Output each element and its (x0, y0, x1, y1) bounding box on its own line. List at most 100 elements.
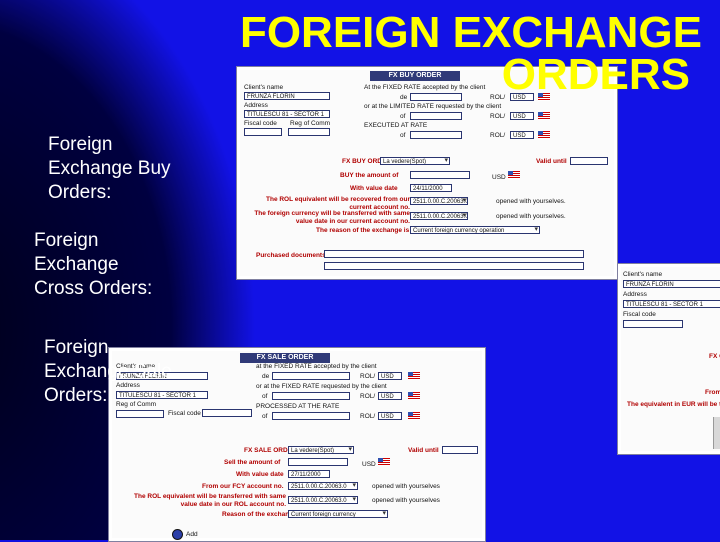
sale-of-label-1: of (262, 393, 268, 400)
sale-add-label[interactable]: Add (186, 531, 198, 539)
sale-currency-field-2[interactable]: USD (378, 392, 402, 400)
sale-rol-account-select[interactable]: 2511.0.00.C.20063.0 (288, 496, 358, 504)
sale-currency-field-3[interactable]: USD (378, 412, 402, 420)
sale-of-label-2: of (262, 413, 268, 420)
us-flag-icon (378, 458, 390, 466)
buy-rol-label-3: ROL/ (490, 132, 506, 139)
us-flag-icon (538, 131, 550, 139)
sale-rol-equiv-label: The ROL equivalent will be transferred w… (134, 493, 286, 508)
sale-reg-comm-field[interactable] (116, 410, 164, 418)
sale-processed-field[interactable] (272, 412, 350, 420)
buy-executed-rate-label: EXECUTED AT RATE (364, 122, 428, 129)
cross-scrollbar[interactable] (713, 417, 720, 449)
cross-address-label: Address (623, 291, 647, 298)
sale-de-label: de (262, 373, 270, 380)
buy-limited-rate-field[interactable] (410, 112, 462, 120)
buy-form-header: FX BUY ORDER (370, 71, 460, 81)
buy-purchased-label: Purchased documents (256, 252, 326, 259)
sale-amount-currency: USD (362, 461, 376, 468)
sale-rol-label-3: ROL/ (360, 413, 376, 420)
sale-amount-label: Sell the amount of (224, 459, 281, 466)
buy-fx-account-select[interactable]: 2511.0.00.C.20063.0 (410, 212, 468, 220)
sale-fcy-account-select[interactable]: 2511.0.00.C.20063.0 (288, 482, 358, 490)
sale-rol-label-2: ROL/ (360, 393, 376, 400)
buy-clients-name-field[interactable]: FRUNZA FLORIN (244, 92, 330, 100)
buy-opened-label-2: opened with yourselves. (496, 213, 566, 220)
sale-fixed-rate2-field[interactable] (272, 392, 350, 400)
sale-fiscal-code-label: Fiscal code (168, 410, 201, 417)
sale-from-account-label: From our FCY account no. (202, 483, 284, 490)
buy-fiscal-code-field[interactable] (244, 128, 282, 136)
buy-of-label-2: of (400, 132, 406, 139)
sale-rol-label-1: ROL/ (360, 373, 376, 380)
slide-title: FOREIGN EXCHANGE ORDERS (192, 10, 702, 98)
cross-clients-name-label: Client's name (623, 271, 663, 278)
buy-reg-comm-field[interactable] (288, 128, 330, 136)
buy-address-label: Address (244, 102, 268, 109)
sale-opened-label-2: opened with yourselves (372, 497, 440, 504)
us-flag-icon (408, 392, 420, 400)
us-flag-icon (508, 171, 520, 179)
cross-clients-name-field[interactable]: FRUNZA FLORIN (623, 280, 720, 288)
sale-value-date-label: With value date (236, 471, 284, 478)
buy-rol-account-select[interactable]: 2511.0.00.C.20063.0 (410, 197, 468, 205)
sale-order-type-select[interactable]: La vedere(Spot) (288, 446, 354, 454)
sale-reason-label: Reason of the exchange (222, 511, 297, 518)
cross-address-field[interactable]: TITULESCU 81 - SECTOR 1 (623, 300, 720, 308)
sale-fixed-rate-field[interactable] (272, 372, 350, 380)
buy-valid-until-label: Valid until (536, 158, 567, 165)
buy-valid-until-field[interactable] (570, 157, 608, 165)
buy-reason-label: The reason of the exchange is (316, 227, 410, 234)
buy-value-date-label: With value date (350, 185, 398, 192)
sale-valid-until-field[interactable] (442, 446, 478, 454)
buy-fiscal-code-label: Fiscal code (244, 120, 277, 127)
buy-amount-label: BUY the amount of (340, 172, 399, 179)
sale-reason-select[interactable]: Current foreign currency (288, 510, 388, 518)
sale-fixed-rate2-label: or at the FIXED RATE requested by the cl… (256, 383, 387, 390)
buy-purchased-field-2[interactable] (324, 262, 584, 270)
buy-opened-label-1: opened with yourselves. (496, 198, 566, 205)
cross-equiv-label: The equivalent in EUR will be tr (627, 401, 720, 408)
title-line-2: ORDERS (501, 50, 690, 99)
buy-order-type-select[interactable]: La vedere(Spot) (380, 157, 450, 165)
sale-value-date-field[interactable]: 27/11/2000 (288, 470, 330, 478)
fx-cross-order-window: Client's name FRUNZA FLORIN Address TITU… (617, 263, 720, 455)
buy-fixed-rate-label: At the FIXED RATE accepted by the client (364, 84, 486, 91)
buy-amount-field[interactable] (410, 171, 470, 179)
bullet-buy-orders: Foreign Exchange Buy Orders: (48, 134, 171, 203)
buy-clients-name-label: Client's name (244, 84, 284, 91)
buy-de-label: de (400, 94, 408, 101)
cross-from-label: From (705, 389, 720, 396)
cross-fiscal-code-label: Fiscal code (623, 311, 656, 318)
sale-fiscal-code-field[interactable] (202, 409, 252, 417)
buy-of-label-1: of (400, 113, 406, 120)
us-flag-icon (538, 112, 550, 120)
sale-currency-field-1[interactable]: USD (378, 372, 402, 380)
sale-processed-label: PROCESSED AT THE RATE (256, 403, 340, 410)
buy-reg-comm-label: Reg of Comm (290, 120, 331, 127)
sale-opened-label-1: opened with yourselves (372, 483, 440, 490)
bullet-sale-orders: Foreign Exchange Sale Orders: (44, 337, 172, 406)
sale-amount-field[interactable] (288, 458, 348, 466)
sale-form-header: FX SALE ORDER (240, 353, 330, 363)
buy-executed-rate-field[interactable] (410, 131, 462, 139)
add-icon[interactable] (172, 529, 183, 540)
buy-amount-currency: USD (492, 174, 506, 181)
buy-rol-label-2: ROL/ (490, 113, 506, 120)
buy-value-date-field[interactable]: 24/11/2000 (410, 184, 452, 192)
buy-currency-field-3[interactable]: USD (510, 131, 534, 139)
sale-fixed-rate-label: at the FIXED RATE accepted by the client (256, 363, 377, 370)
buy-limited-rate-label: or at the LIMITED RATE requested by the … (364, 103, 502, 110)
us-flag-icon (408, 372, 420, 380)
sale-valid-until-label: Valid until (408, 447, 439, 454)
us-flag-icon (408, 412, 420, 420)
cross-fiscal-code-field[interactable] (623, 320, 683, 328)
buy-address-field[interactable]: TITULESCU 81 - SECTOR 1 (244, 110, 330, 118)
buy-reason-select[interactable]: Current foreign currency operation (410, 226, 540, 234)
buy-fixed-rate-field[interactable] (410, 93, 462, 101)
bullet-cross-orders: Foreign Exchange Cross Orders: (34, 230, 153, 299)
buy-fx-transfer-label: The foreign currency will be transferred… (254, 210, 410, 225)
cross-fx-label: FX CR (709, 353, 720, 360)
buy-currency-field-2[interactable]: USD (510, 112, 534, 120)
buy-purchased-field-1[interactable] (324, 250, 584, 258)
